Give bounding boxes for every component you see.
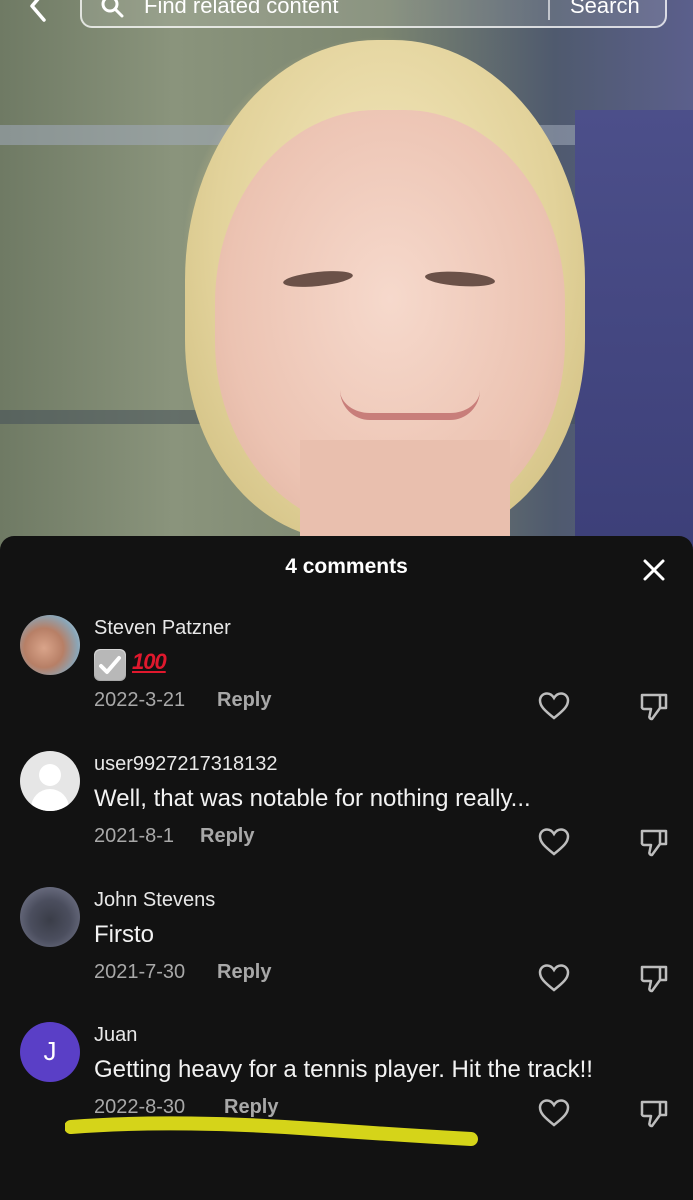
heart-icon[interactable] (538, 1098, 570, 1128)
search-icon (101, 0, 124, 18)
comment-text: Well, that was notable for nothing reall… (94, 785, 531, 812)
check-mark-button-emoji (94, 649, 126, 681)
close-icon[interactable] (638, 554, 670, 586)
comment-date: 2021-7-30 (94, 961, 186, 983)
avatar[interactable] (20, 751, 80, 811)
reply-button[interactable]: Reply (217, 961, 271, 984)
default-avatar-head (39, 764, 61, 786)
comment-text: Getting heavy for a tennis player. Hit t… (94, 1056, 593, 1083)
thumbs-down-icon[interactable] (638, 691, 670, 721)
comment-username[interactable]: Juan (94, 1024, 137, 1047)
comment-text: Firsto (94, 921, 154, 948)
reply-button[interactable]: Reply (217, 689, 271, 712)
highlighter-stroke (65, 1116, 478, 1146)
search-divider (548, 0, 550, 20)
comment-date: 2022-3-21 (94, 689, 186, 711)
comment-username[interactable]: John Stevens (94, 889, 215, 912)
heart-icon[interactable] (538, 827, 570, 857)
comment-item: John Stevens Firsto 2021-7-30 Reply (0, 887, 693, 1007)
person-smile (340, 390, 480, 420)
thumbs-down-icon[interactable] (638, 1098, 670, 1128)
comment-item: Steven Patzner 100 2022-3-21 Reply (0, 615, 693, 735)
search-input[interactable]: Find related content (144, 0, 338, 19)
avatar[interactable] (20, 615, 80, 675)
comment-username[interactable]: Steven Patzner (94, 617, 231, 640)
reply-button[interactable]: Reply (200, 825, 254, 848)
thumbs-down-icon[interactable] (638, 963, 670, 993)
hundred-points-emoji: 100 (132, 649, 167, 674)
back-arrow-icon (30, 0, 46, 22)
background-court-wall (575, 110, 693, 560)
comment-date: 2021-8-1 (94, 825, 175, 847)
thumbs-down-icon[interactable] (638, 827, 670, 857)
avatar[interactable]: J (20, 1022, 80, 1082)
heart-icon[interactable] (538, 963, 570, 993)
comment-item: user9927217318132 Well, that was notable… (0, 751, 693, 871)
search-button[interactable]: Search (570, 0, 640, 19)
default-avatar-body (31, 789, 69, 811)
comments-count-title: 4 comments (285, 555, 408, 578)
video-frame[interactable] (0, 0, 693, 560)
avatar-initial: J (43, 1036, 57, 1066)
comment-username[interactable]: user9927217318132 (94, 753, 278, 776)
heart-icon[interactable] (538, 691, 570, 721)
back-button[interactable] (18, 0, 58, 26)
search-bar[interactable]: Find related content Search (80, 0, 667, 28)
avatar[interactable] (20, 887, 80, 947)
